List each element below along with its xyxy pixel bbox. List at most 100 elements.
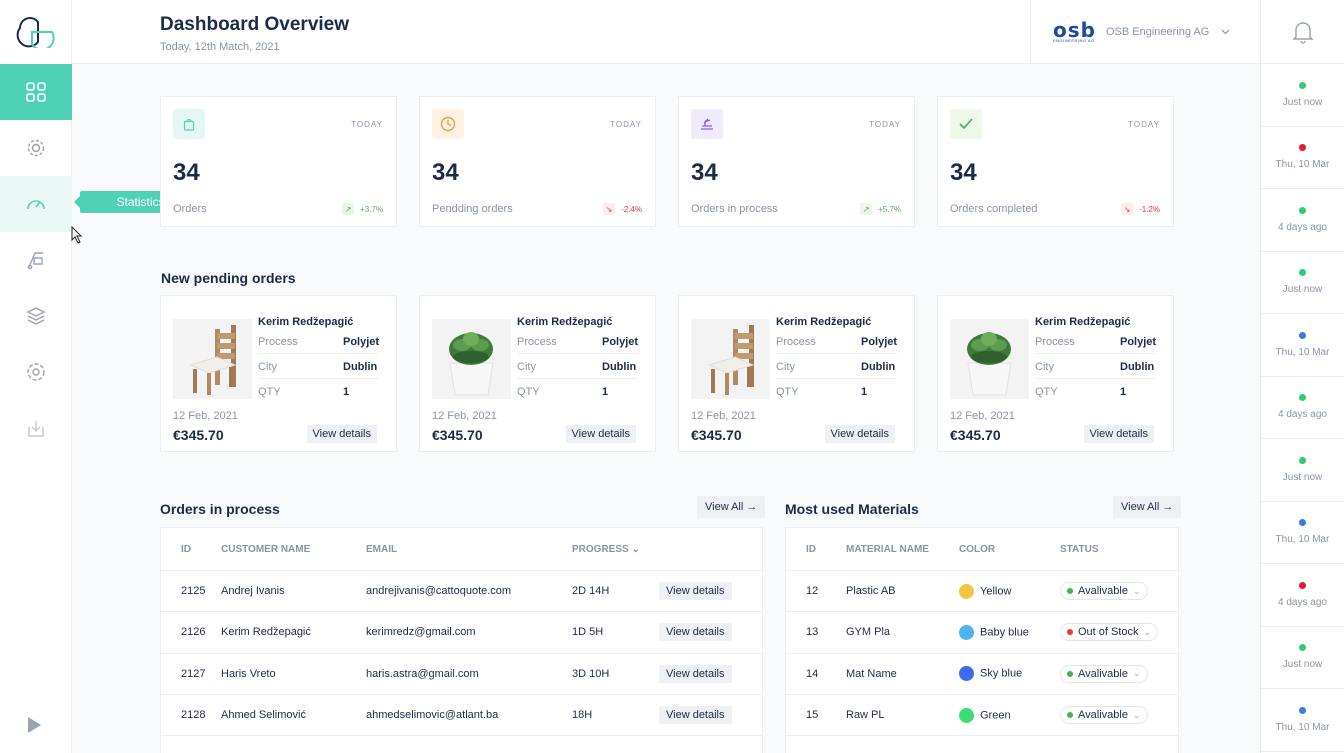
status-dot	[1299, 269, 1306, 277]
sidebar-item-settings[interactable]	[0, 120, 72, 176]
order-date: 12 Feb, 2021	[950, 410, 1015, 422]
status-dropdown[interactable]: Out of Stock ⌄	[1060, 623, 1159, 642]
table-row[interactable]: 15 Raw PL Green Avalivable ⌄	[786, 695, 1178, 737]
view-details-button[interactable]: View details	[824, 425, 895, 443]
stat-card[interactable]: TODAY 34 Pendding orders ↘ -2.4%	[419, 96, 656, 227]
notification-item[interactable]: 4 days ago	[1261, 377, 1344, 439]
view-details-button[interactable]: View details	[306, 425, 377, 443]
materials-view-all-button[interactable]: View All →	[1113, 496, 1182, 518]
city-value: Dublin	[861, 361, 896, 373]
stat-change: ↗ +3.7%	[342, 203, 383, 215]
material-name: Plastic AB	[846, 585, 896, 598]
notification-item[interactable]: 4 days ago	[1261, 189, 1344, 252]
status-dot	[1067, 670, 1073, 677]
material-name: Raw PL	[846, 709, 885, 722]
stat-card[interactable]: TODAY 34 Orders in process ↗ +5.7%	[678, 96, 915, 227]
order-process-row: Process Polyjet	[1035, 336, 1156, 354]
sidebar-item-dashboard[interactable]	[0, 64, 72, 120]
table-row[interactable]: 2127 Haris Vreto haris.astra@gmail.com 3D 1…	[161, 654, 762, 695]
order-date: 12 Feb, 2021	[691, 410, 756, 422]
customer-email: andrejivanis@cattoquote.com	[366, 585, 512, 598]
notification-time: Just now	[1282, 284, 1323, 296]
notification-item[interactable]: Just now	[1261, 252, 1344, 314]
view-details-button[interactable]: View details	[659, 582, 732, 601]
process-view-all-button[interactable]: View All →	[697, 496, 766, 518]
customer-email: kerimredz@gmail.com	[366, 626, 476, 639]
notification-item[interactable]: Just now	[1261, 64, 1344, 127]
view-details-button[interactable]: View details	[565, 425, 636, 443]
materials-title: Most used Materials	[785, 501, 919, 517]
city-value: Dublin	[602, 361, 637, 373]
status-dropdown[interactable]: Avalivable ⌄	[1060, 582, 1148, 601]
qty-label: QTY	[258, 386, 281, 398]
notification-item[interactable]: Thu, 10 Mar	[1261, 689, 1344, 752]
page-date: Today, 12th Match, 2021	[160, 41, 280, 53]
sidebar-item-download[interactable]	[0, 400, 72, 456]
chevron-down-icon: ⌄	[1132, 585, 1141, 596]
layers-icon	[26, 307, 46, 325]
stat-card[interactable]: TODAY 34 Orders ↗ +3.7%	[160, 96, 397, 227]
orders-table: ID CUSTOMER NAME EMAIL PROGRESS ⌄ 2125 An…	[160, 527, 763, 753]
notification-time: Thu, 10 Mar	[1275, 721, 1330, 733]
order-price: €345.70	[432, 427, 483, 443]
play-button[interactable]	[26, 716, 42, 739]
order-id: 2125	[181, 585, 206, 598]
order-date: 12 Feb, 2021	[173, 410, 238, 422]
chevron-down-icon: ⌄	[1132, 709, 1141, 720]
status-dot	[1299, 519, 1306, 527]
status-dropdown[interactable]: Avalivable ⌄	[1060, 664, 1148, 683]
sidebar-item-statistics[interactable]	[0, 176, 72, 232]
sidebar-item-configuration[interactable]	[0, 344, 72, 400]
sort-progress[interactable]: PROGRESS ⌄	[572, 544, 640, 555]
qty-value: 1	[602, 386, 609, 398]
status-label: Avalivable	[1078, 667, 1128, 680]
table-row[interactable]: 2128 Ahmed Selimović ahmedselimovic@atlant…	[161, 695, 762, 737]
order-city-row: City Dublin	[1035, 361, 1156, 379]
notification-item[interactable]: Thu, 10 Mar	[1261, 502, 1344, 564]
customer-name: Kerim Redžepagić	[776, 316, 872, 328]
process-value: Polyjet	[602, 336, 639, 348]
table-row[interactable]: 2125 Andrej Ivanis andrejivanis@cattoquote…	[161, 571, 762, 613]
orders-table-header: ID CUSTOMER NAME EMAIL PROGRESS ⌄	[161, 528, 762, 571]
table-row[interactable]: 2126 Kerim Redžepagić kerimredz@gmail.com 1…	[161, 612, 762, 654]
pending-order-card[interactable]: Kerim Redžepagić Process Polyjet City Dublin…	[678, 295, 915, 452]
table-row[interactable]: 12 Plastic AB Yellow Avalivable ⌄	[786, 571, 1178, 613]
stat-card[interactable]: TODAY 34 Orders completed ↘ -1.2%	[937, 96, 1174, 227]
notification-item[interactable]: 4 days ago	[1261, 564, 1344, 627]
notification-time: Thu, 10 Mar	[1275, 534, 1330, 546]
status-dot	[1299, 456, 1306, 464]
status-dropdown[interactable]: Avalivable ⌄	[1060, 706, 1148, 725]
notification-item[interactable]: Thu, 10 Mar	[1261, 314, 1344, 377]
notification-bell[interactable]	[1261, 0, 1344, 64]
view-details-button[interactable]: View details	[659, 706, 732, 725]
status-label: Avalivable	[1078, 585, 1128, 598]
customer-name: Ahmed Selimović	[221, 709, 306, 722]
sidebar-item-shipping[interactable]	[0, 232, 72, 288]
table-row[interactable]: 13 GYM Pla Baby blue Out of Stock ⌄	[786, 612, 1178, 654]
orders-in-process-title: Orders in process	[160, 501, 280, 517]
process-value: Polyjet	[861, 336, 898, 348]
product-image	[950, 319, 1029, 399]
view-details-button[interactable]: View details	[1083, 425, 1154, 443]
process-label: Process	[1035, 336, 1075, 348]
stat-change-value: +5.7%	[878, 204, 901, 214]
company-selector[interactable]: osb ENGINEERING AG OSB Engineering AG	[1030, 0, 1260, 64]
stat-change: ↘ -1.2%	[1121, 203, 1160, 215]
notification-item[interactable]: Thu, 10 Mar	[1261, 127, 1344, 189]
sidebar-item-layers[interactable]	[0, 288, 72, 344]
pending-order-card[interactable]: Kerim Redžepagić Process Polyjet City Dublin…	[160, 295, 397, 452]
order-city-row: City Dublin	[776, 361, 897, 379]
pending-order-card[interactable]: Kerim Redžepagić Process Polyjet City Dublin…	[419, 295, 656, 452]
chevron-down-icon	[1221, 27, 1230, 38]
notification-time: Just now	[1282, 471, 1323, 483]
notification-item[interactable]: Just now	[1261, 439, 1344, 502]
trend-down-icon: ↘	[1121, 203, 1134, 215]
pending-order-card[interactable]: Kerim Redžepagić Process Polyjet City Dublin…	[937, 295, 1174, 452]
view-details-button[interactable]: View details	[659, 623, 732, 642]
view-details-button[interactable]: View details	[659, 664, 732, 683]
stat-label: Orders	[173, 203, 207, 215]
notification-item[interactable]: Just now	[1261, 627, 1344, 689]
status-dot	[1299, 644, 1306, 652]
app-logo[interactable]	[0, 0, 72, 64]
table-row[interactable]: 14 Mat Name Sky blue Avalivable ⌄	[786, 654, 1178, 695]
